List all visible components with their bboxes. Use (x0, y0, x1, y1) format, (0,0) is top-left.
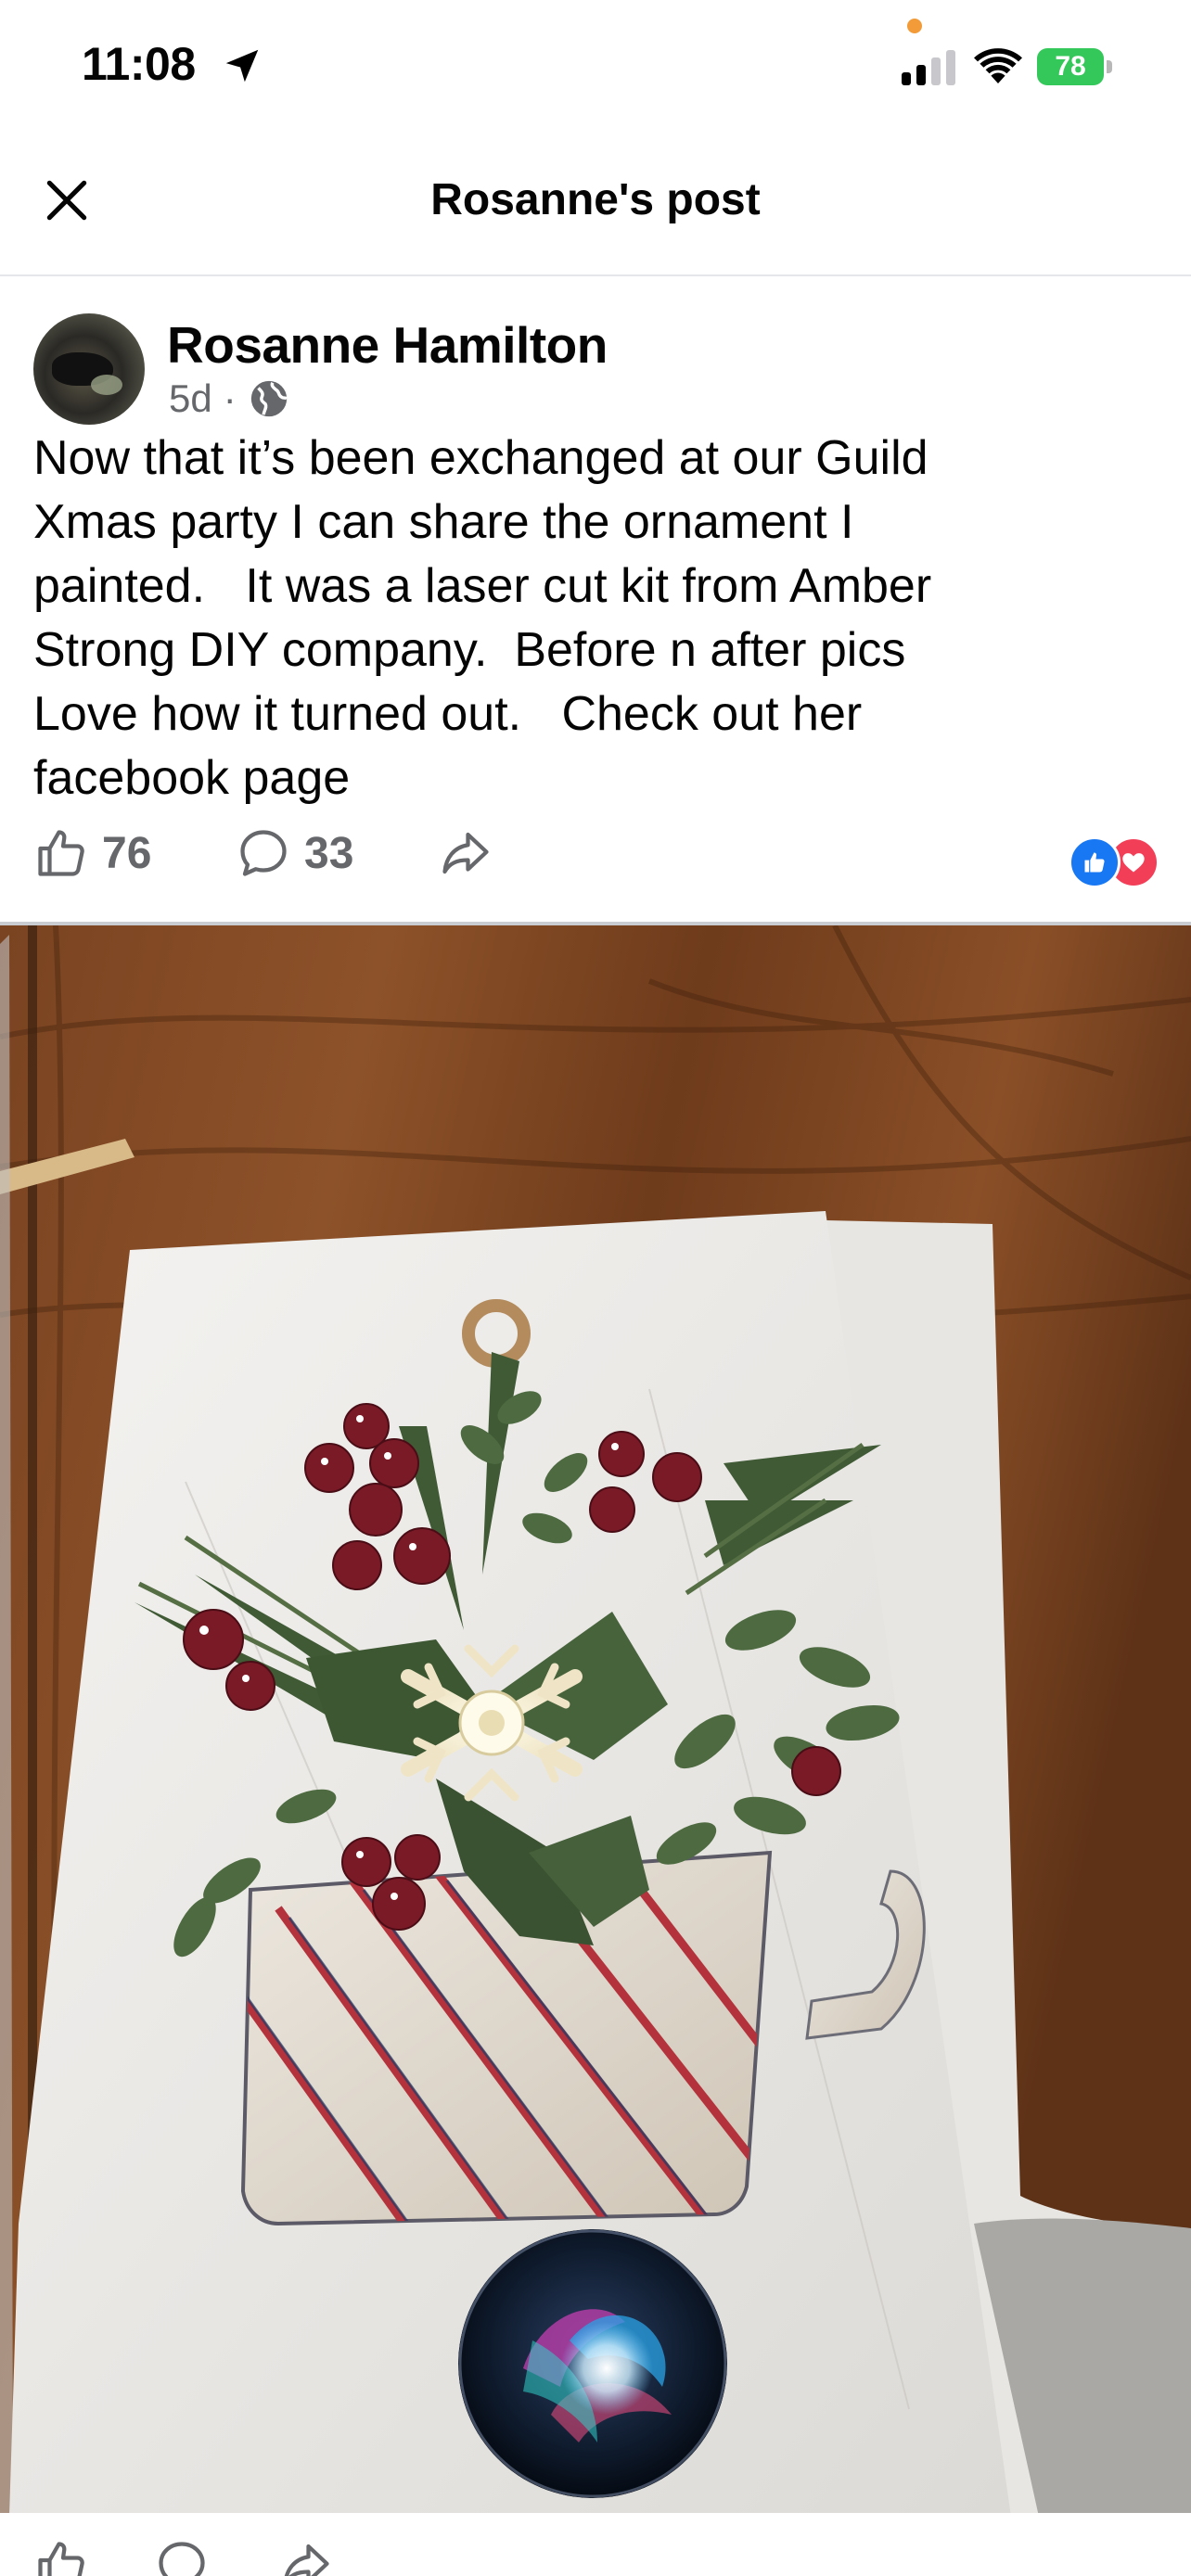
comment-icon (240, 830, 287, 876)
like-button[interactable]: 76 (33, 825, 151, 881)
comment-icon[interactable] (154, 2537, 210, 2576)
share-icon (442, 832, 489, 874)
meta-separator: · (223, 376, 237, 420)
signal-icon (902, 50, 955, 85)
page-title: Rosanne's post (430, 175, 761, 224)
share-icon[interactable] (278, 2537, 334, 2576)
heart-icon (1122, 853, 1145, 873)
like-icon[interactable] (33, 2537, 89, 2576)
comment-count: 33 (304, 828, 354, 878)
like-reaction-badge (1069, 836, 1121, 888)
globe-icon (250, 380, 288, 417)
like-count: 76 (102, 828, 152, 878)
siri-orb-graphic (458, 2229, 727, 2498)
battery-charging-icon: 78 (1037, 48, 1113, 85)
status-bar: 11:08 78 (0, 0, 1191, 130)
author-name[interactable]: Rosanne Hamilton (167, 315, 608, 375)
post-body: Now that it’s been exchanged at our Guil… (33, 431, 932, 805)
wifi-icon (974, 48, 1022, 83)
post-meta: 5d · (169, 376, 290, 421)
status-time: 11:08 (82, 38, 196, 90)
battery-level: 78 (1037, 48, 1104, 85)
like-reaction-icon (1084, 852, 1105, 873)
comment-button[interactable]: 33 (236, 825, 353, 881)
avatar[interactable] (33, 313, 145, 425)
recording-indicator (907, 19, 922, 33)
bottom-action-bar (0, 2513, 1191, 2576)
reaction-summary[interactable] (1069, 836, 1159, 888)
like-icon (38, 830, 84, 876)
battery-cap (1107, 60, 1112, 73)
avatar-detail (91, 375, 122, 395)
siri-orb-icon[interactable] (458, 2229, 727, 2498)
location-arrow-icon (225, 49, 259, 83)
reaction-row: 76 33 (33, 825, 1159, 899)
post-time[interactable]: 5d (169, 376, 212, 421)
share-button[interactable] (438, 825, 493, 881)
